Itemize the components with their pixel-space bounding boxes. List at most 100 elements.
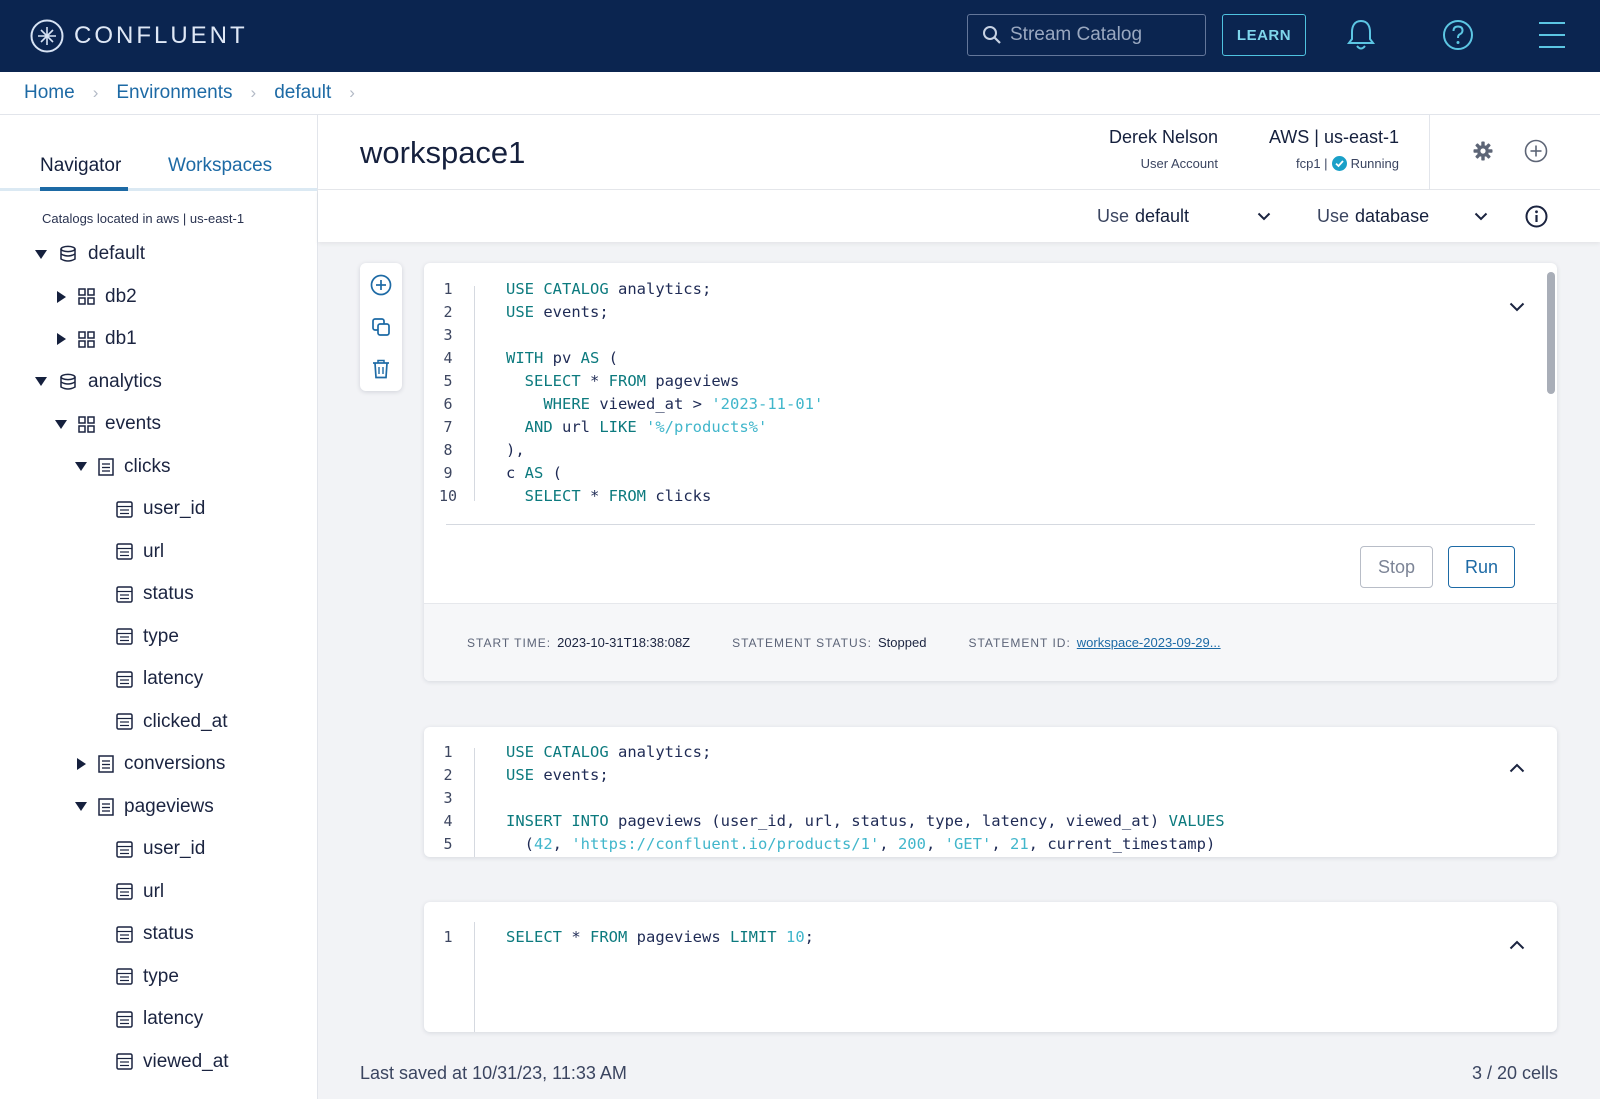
- tree-item-table[interactable]: pageviews: [74, 792, 214, 822]
- statement-id-link[interactable]: workspace-2023-09-29...: [1077, 635, 1221, 650]
- sql-editor[interactable]: USE CATALOG analytics; USE events; WITH pv…: [506, 278, 1506, 503]
- compute-status: Running: [1350, 156, 1399, 171]
- tree-item-column[interactable]: latency: [116, 664, 203, 694]
- code-line: SELECT * FROM clicks: [506, 485, 712, 503]
- code-line: USE events;: [506, 301, 609, 324]
- line-number: 7: [443, 418, 453, 436]
- breadcrumb-home[interactable]: Home: [24, 82, 75, 104]
- scrollbar-thumb[interactable]: [1547, 272, 1555, 394]
- line-number: 3: [443, 326, 453, 344]
- sidebar-tabs: Navigator Workspaces: [0, 115, 317, 191]
- compute-pool-name: fcp1 |: [1296, 156, 1328, 171]
- tree-item-column[interactable]: latency: [116, 1004, 203, 1034]
- tree-item-column[interactable]: viewed_at: [116, 1047, 229, 1077]
- tree-item-column[interactable]: user_id: [116, 494, 205, 524]
- sql-editor[interactable]: SELECT * FROM pageviews LIMIT 10;: [506, 926, 1506, 956]
- code-token: USE: [506, 766, 534, 784]
- sql-editor[interactable]: USE CATALOG analytics; USE events; INSERT …: [506, 741, 1506, 857]
- statement-status-value: Stopped: [878, 635, 927, 650]
- tree-item-label: clicks: [124, 455, 171, 477]
- tree-item-column[interactable]: clicked_at: [116, 707, 228, 737]
- code-token: FROM: [608, 487, 646, 503]
- tree-item-database[interactable]: db1: [54, 324, 137, 354]
- breadcrumb-default[interactable]: default: [274, 82, 331, 104]
- code-token: '2023-11-01': [711, 395, 824, 413]
- tree-item-column[interactable]: url: [116, 877, 164, 907]
- caret-down-icon[interactable]: [34, 249, 48, 259]
- caret-down-icon[interactable]: [74, 802, 88, 811]
- editor-divider: [446, 524, 1535, 525]
- chevron-up-icon[interactable]: [1509, 763, 1525, 773]
- caret-right-icon[interactable]: [54, 333, 68, 345]
- bell-icon[interactable]: [1345, 18, 1377, 52]
- code-line: WHERE viewed_at > '2023-11-01': [506, 393, 823, 416]
- tree-item-column[interactable]: url: [116, 537, 164, 567]
- gear-icon[interactable]: [1473, 141, 1493, 161]
- cell-count: 3 / 20 cells: [1471, 1063, 1558, 1083]
- chevron-up-icon[interactable]: [1509, 940, 1525, 950]
- tree-item-database[interactable]: events: [54, 409, 161, 439]
- code-token: pageviews: [646, 372, 740, 390]
- line-number: 10: [438, 487, 458, 505]
- tree-item-catalog[interactable]: default: [34, 239, 145, 269]
- tab-workspaces[interactable]: Workspaces: [168, 155, 272, 177]
- search-input[interactable]: [1010, 24, 1190, 46]
- stop-button[interactable]: Stop: [1360, 546, 1433, 588]
- info-icon[interactable]: [1525, 205, 1548, 228]
- run-button[interactable]: Run: [1448, 546, 1515, 588]
- line-number: 3: [443, 789, 453, 807]
- tree-item-table[interactable]: clicks: [74, 452, 170, 482]
- trash-icon[interactable]: [372, 359, 390, 379]
- hamburger-menu-icon[interactable]: [1538, 20, 1566, 50]
- user-name: Derek Nelson: [1108, 127, 1218, 147]
- caret-right-icon[interactable]: [74, 758, 88, 770]
- tree-item-database[interactable]: db2: [54, 282, 137, 312]
- code-line: INSERT INTO pageviews (user_id, url, sta…: [506, 810, 1225, 833]
- statement-status-bar: START TIME: 2023-10-31T18:38:08Z STATEME…: [424, 603, 1557, 681]
- tree-item-column[interactable]: user_id: [116, 834, 205, 864]
- code-token: 'https://confluent.io/products/1': [571, 835, 880, 853]
- code-token: USE: [506, 303, 534, 321]
- duplicate-cell-icon[interactable]: [371, 317, 391, 337]
- add-cell-icon[interactable]: [370, 274, 392, 296]
- line-number: 4: [443, 812, 453, 830]
- catalog-dropdown[interactable]: Use default: [1097, 206, 1271, 227]
- code-token: 21: [1009, 835, 1029, 853]
- editor-scrollbar[interactable]: [1545, 269, 1557, 503]
- active-tab-indicator: [40, 187, 128, 191]
- code-token: (: [543, 464, 563, 482]
- confluent-logo[interactable]: CONFLUENT: [30, 19, 248, 53]
- tree-item-column[interactable]: status: [116, 579, 194, 609]
- database-icon: [78, 415, 95, 433]
- caret-down-icon[interactable]: [34, 377, 48, 386]
- database-dropdown[interactable]: Use database: [1317, 206, 1488, 227]
- breadcrumb-environments[interactable]: Environments: [116, 82, 232, 104]
- learn-button[interactable]: LEARN: [1222, 14, 1306, 56]
- tree-item-label: latency: [143, 1008, 204, 1029]
- code-token: ;: [804, 928, 815, 946]
- chevron-down-icon[interactable]: [1509, 302, 1525, 312]
- tree-item-catalog[interactable]: analytics: [34, 367, 162, 397]
- code-line: SELECT * FROM pageviews LIMIT 10;: [506, 926, 814, 949]
- code-token: *: [580, 372, 609, 390]
- caret-right-icon[interactable]: [54, 290, 68, 303]
- search-icon: [983, 26, 1001, 44]
- tree-item-column[interactable]: status: [116, 919, 194, 949]
- add-circle-icon[interactable]: [1524, 139, 1548, 163]
- tree-item-label: url: [143, 880, 165, 902]
- table-icon: [98, 457, 114, 476]
- table-icon: [98, 797, 114, 816]
- stream-catalog-search[interactable]: [967, 14, 1206, 56]
- caret-down-icon[interactable]: [74, 462, 88, 471]
- code-token: SELECT: [506, 928, 562, 946]
- user-info: Derek Nelson User Account: [1073, 127, 1218, 171]
- workspace-header: workspace1 Derek Nelson User Account AWS…: [318, 115, 1600, 190]
- tree-item-table[interactable]: conversions: [74, 749, 225, 779]
- code-token: analytics;: [608, 280, 712, 298]
- line-number: 1: [443, 280, 453, 298]
- help-icon[interactable]: [1441, 18, 1475, 52]
- tab-navigator[interactable]: Navigator: [40, 155, 121, 177]
- tree-item-column[interactable]: type: [116, 962, 179, 992]
- tree-item-column[interactable]: type: [116, 622, 179, 652]
- caret-down-icon[interactable]: [54, 419, 68, 429]
